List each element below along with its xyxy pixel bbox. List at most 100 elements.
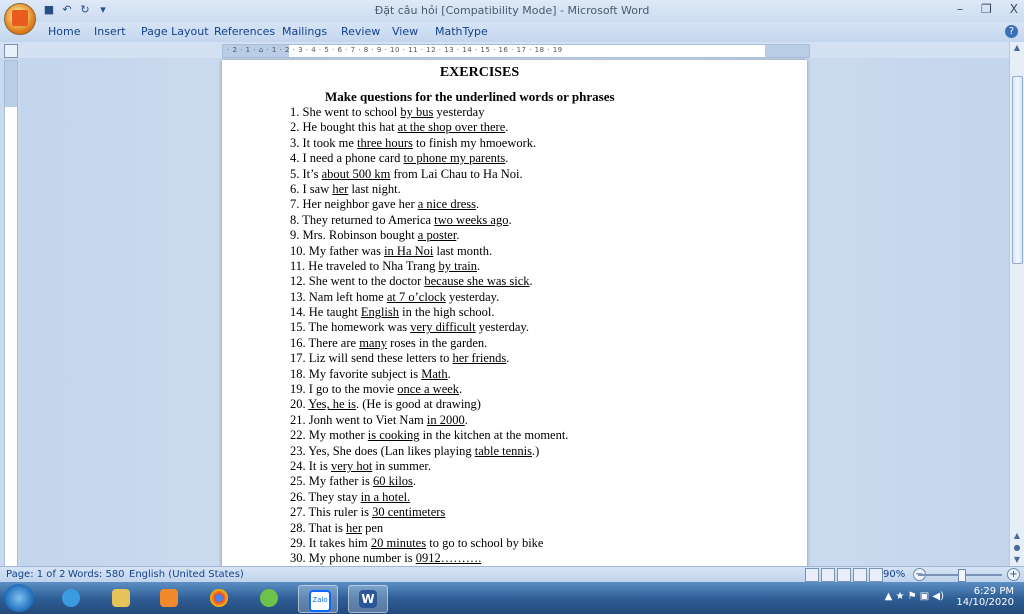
exercise-text: 6. I saw <box>290 181 333 196</box>
exercise-text: 29. It takes him <box>290 535 371 550</box>
underlined-phrase: to phone my parents <box>403 151 506 166</box>
close-button[interactable]: X <box>1010 2 1018 16</box>
zoom-in-button[interactable]: + <box>1007 568 1020 581</box>
internet-explorer-icon[interactable] <box>52 585 90 611</box>
horizontal-ruler[interactable]: · 2 · 1 · ⌂ · 1 · 2 · 3 · 4 · 5 · 6 · 7 … <box>222 44 810 58</box>
exercise-text: 8. They returned to America <box>290 212 435 227</box>
full-screen-reading-icon[interactable] <box>821 568 835 582</box>
exercise-text: 27. This ruler is <box>290 505 373 520</box>
underlined-phrase: once a week <box>397 382 460 397</box>
exercise-text: yesterday. <box>475 320 529 335</box>
exercise-text: . <box>459 382 463 397</box>
exercise-text: . <box>508 212 512 227</box>
exercise-line: 30. My phone number is 0912………. <box>290 551 568 566</box>
start-button[interactable] <box>4 584 34 612</box>
exercise-text: . <box>464 412 468 427</box>
tab-selector[interactable] <box>4 44 18 58</box>
exercise-text: 15. The homework was <box>290 320 411 335</box>
tab-page-layout[interactable]: Page Layout <box>141 25 209 38</box>
exercise-text: 17. Liz will send these letters to <box>290 351 453 366</box>
vertical-ruler-top-margin <box>5 61 17 107</box>
chrome-icon[interactable] <box>200 585 238 611</box>
exercise-text: 2. He bought this hat <box>290 120 398 135</box>
page-count[interactable]: Page: 1 of 2 <box>6 569 65 580</box>
exercise-subtitle: Make questions for the underlined words … <box>325 89 615 104</box>
exercise-line: 17. Liz will send these letters to her f… <box>290 351 568 366</box>
exercise-text: yesterday <box>433 105 485 119</box>
tab-mathtype[interactable]: MathType <box>435 25 488 38</box>
scrollbar-thumb[interactable] <box>1012 76 1023 264</box>
exercise-line: 5. It’s about 500 km from Lai Chau to Ha… <box>290 167 568 182</box>
tab-review[interactable]: Review <box>341 25 380 38</box>
zoom-slider-knob[interactable] <box>958 569 966 582</box>
tab-home[interactable]: Home <box>48 25 80 38</box>
language-indicator[interactable]: English (United States) <box>129 569 244 580</box>
zalo-icon[interactable]: Zalo <box>298 585 338 613</box>
word-count[interactable]: Words: 580 <box>68 569 125 580</box>
exercise-line: 28. That is her pen <box>290 521 568 536</box>
print-layout-icon[interactable] <box>805 568 819 582</box>
exercise-text: 20. <box>290 397 309 412</box>
exercise-text: from Lai Chau to Ha Noi. <box>390 166 523 181</box>
underlined-phrase: about 500 km <box>321 166 391 181</box>
exercise-line: 26. They stay in a hotel. <box>290 490 568 505</box>
clock[interactable]: 6:29 PM 14/10/2020 <box>956 586 1014 608</box>
exercise-text: 28. That is <box>290 520 347 535</box>
underlined-phrase: because she was sick <box>424 274 530 289</box>
exercise-text: 7. Her neighbor gave her <box>290 197 418 212</box>
exercise-text: . <box>447 366 451 381</box>
zalo-label: Zalo <box>309 590 331 612</box>
clock-time: 6:29 PM <box>973 586 1014 597</box>
exercise-text: 12. She went to the doctor <box>290 274 425 289</box>
outline-icon[interactable] <box>853 568 867 582</box>
select-browse-object-icon[interactable]: ● <box>1010 542 1024 554</box>
exercise-text: pen <box>362 520 384 535</box>
clock-date: 14/10/2020 <box>956 597 1014 608</box>
tab-mailings[interactable]: Mailings <box>282 25 327 38</box>
vertical-ruler[interactable] <box>4 60 18 568</box>
exercise-text: . <box>506 351 510 366</box>
scroll-up-icon[interactable]: ▲ <box>1010 42 1024 54</box>
media-player-icon[interactable] <box>150 585 188 611</box>
system-tray-icons[interactable]: ▲ ★ ⚑ ▣ ◀) <box>885 591 944 602</box>
underlined-phrase: 20 minutes <box>370 535 427 550</box>
exercise-list: 1. She went to school by bus yesterday 2.… <box>290 105 568 566</box>
underlined-phrase: 60 kilos <box>372 474 413 489</box>
vertical-scrollbar[interactable]: ▲ ▲ ● ▼ <box>1009 42 1024 566</box>
office-button[interactable] <box>4 3 36 35</box>
exercise-text: roses in the garden. <box>386 335 488 350</box>
next-page-icon[interactable]: ▼ <box>1010 554 1024 566</box>
tab-references[interactable]: References <box>214 25 275 38</box>
underlined-phrase: a nice dress <box>417 197 477 212</box>
exercise-text: 1. She went to school <box>290 105 401 119</box>
word-label: W <box>359 590 377 608</box>
exercise-line: 23. Yes, She does (Lan likes playing tab… <box>290 444 568 459</box>
underlined-phrase: is cooking <box>367 428 420 443</box>
unikey-icon[interactable] <box>250 585 288 611</box>
exercise-line: 27. This ruler is 30 centimeters <box>290 505 568 520</box>
underlined-phrase: English <box>360 305 400 320</box>
minimize-button[interactable]: – <box>957 2 963 16</box>
word-icon[interactable]: W <box>348 585 388 613</box>
underlined-phrase: three hours <box>357 135 413 150</box>
exercise-text: 11. He traveled to Nha Trang <box>290 258 439 273</box>
document-page[interactable]: EXERCISES Make questions for the underli… <box>222 60 807 566</box>
underlined-phrase: her <box>332 181 349 196</box>
window-controls: – ❐ X <box>957 2 1018 16</box>
exercise-text: . <box>529 274 533 289</box>
draft-icon[interactable] <box>869 568 883 582</box>
file-explorer-icon[interactable] <box>102 585 140 611</box>
exercise-text: 5. It’s <box>290 166 322 181</box>
web-layout-icon[interactable] <box>837 568 851 582</box>
help-icon[interactable]: ? <box>1005 25 1018 38</box>
tab-insert[interactable]: Insert <box>94 25 126 38</box>
underlined-phrase: in Ha Noi <box>384 243 434 258</box>
exercise-line: 12. She went to the doctor because she w… <box>290 274 568 289</box>
restore-button[interactable]: ❐ <box>981 2 992 16</box>
zoom-level[interactable]: 90% <box>883 569 905 580</box>
tab-view[interactable]: View <box>392 25 418 38</box>
prev-page-icon[interactable]: ▲ <box>1010 530 1024 542</box>
exercise-line: 13. Nam left home at 7 o’clock yesterday… <box>290 290 568 305</box>
underlined-phrase: her friends <box>452 351 507 366</box>
exercise-line: 25. My father is 60 kilos. <box>290 474 568 489</box>
